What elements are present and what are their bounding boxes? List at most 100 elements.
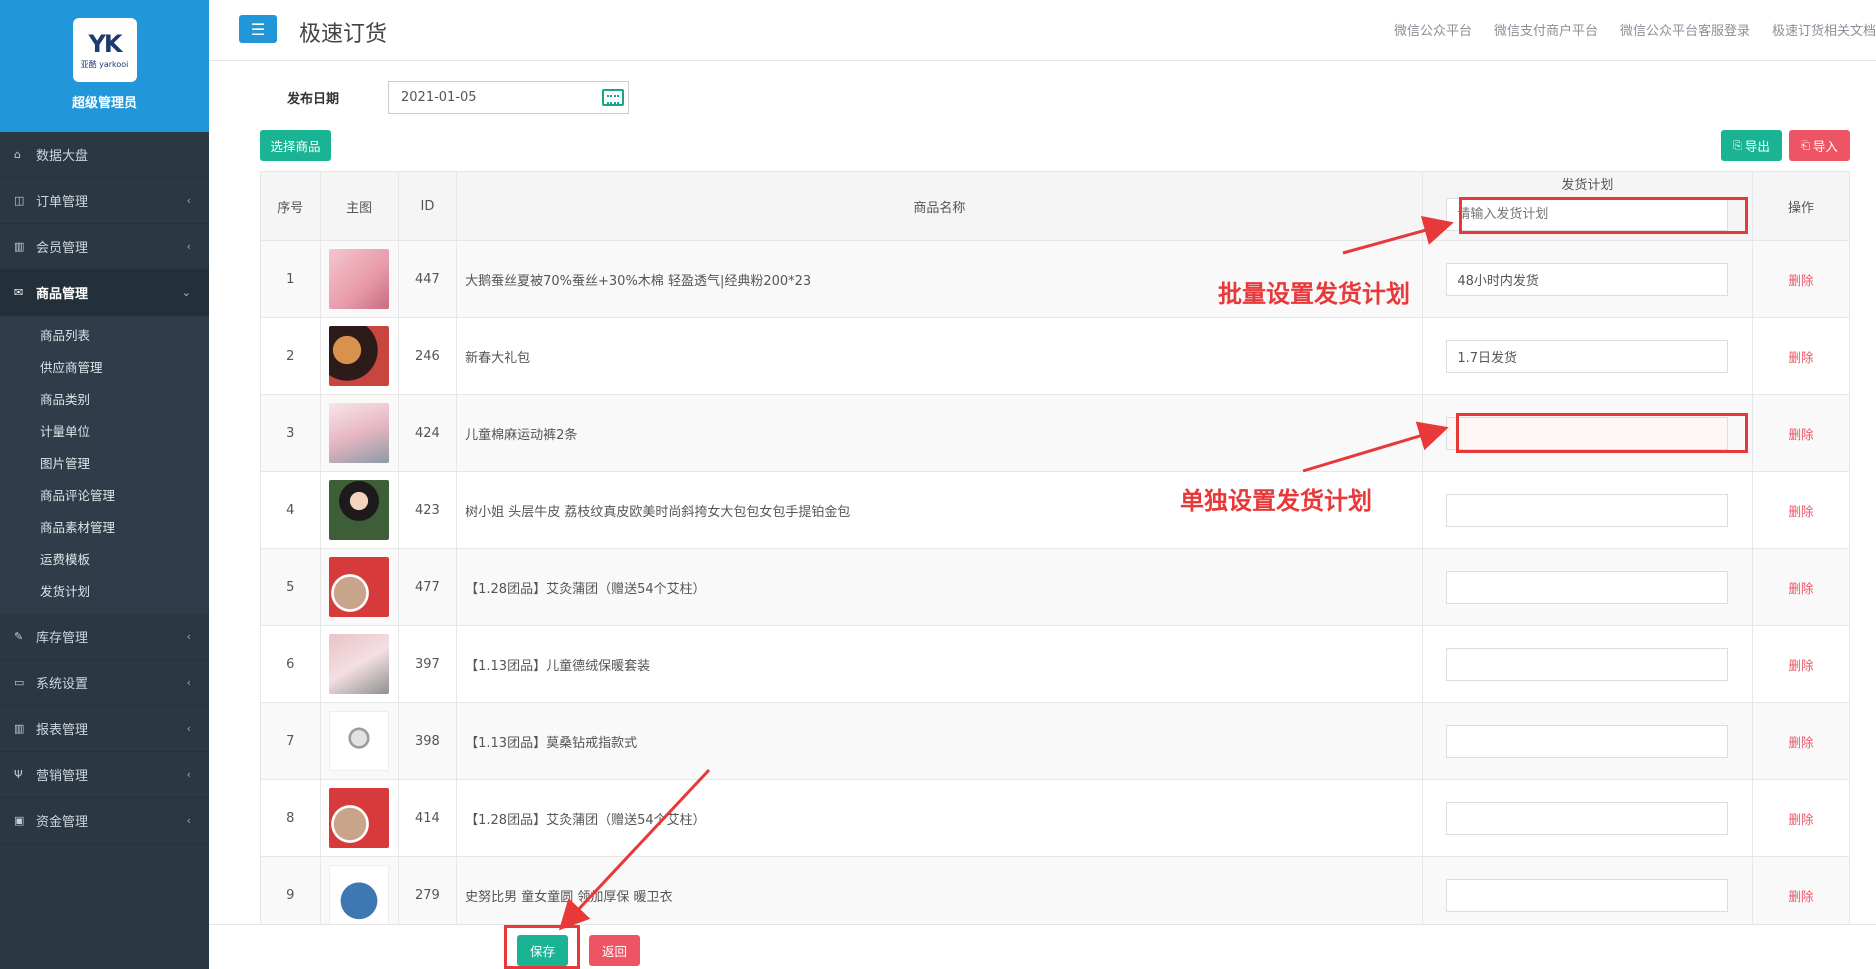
row-index: 6: [260, 625, 321, 703]
table-row: 4 423 树小姐 头层牛皮 荔枝纹真皮欧美时尚斜挎女大包包女包手提铂金包 删除: [260, 471, 1850, 549]
header-name: 商品名称: [456, 171, 1423, 241]
row-plan-cell: [1421, 856, 1754, 924]
date-row: 发布日期 2021-01-05: [287, 81, 629, 114]
plan-input[interactable]: [1446, 878, 1729, 912]
plan-input[interactable]: [1446, 570, 1729, 604]
brand-logo[interactable]: YK 亚酷 yarkooi: [72, 18, 137, 82]
submenu-item-categories[interactable]: 商品类别: [0, 384, 209, 416]
link-docs[interactable]: 极速订货相关文档: [1772, 20, 1876, 39]
product-thumbnail[interactable]: [329, 865, 390, 924]
cutlery-icon: Ψ: [14, 768, 23, 781]
delete-link[interactable]: 删除: [1789, 504, 1814, 519]
plan-input[interactable]: 1.7日发货: [1446, 339, 1729, 373]
delete-link[interactable]: 删除: [1789, 427, 1814, 442]
submenu-item-units[interactable]: 计量单位: [0, 416, 209, 448]
sidebar-item-label: 商品管理: [36, 287, 89, 302]
export-button[interactable]: ⎘ 导出: [1721, 130, 1782, 161]
row-action-cell: 删除: [1752, 702, 1850, 780]
submenu-item-materials[interactable]: 商品素材管理: [0, 512, 209, 544]
home-icon: ⌂: [14, 148, 21, 161]
plan-input[interactable]: [1446, 493, 1729, 527]
header-action: 操作: [1752, 171, 1850, 241]
submenu-item-delivery-plan[interactable]: 发货计划: [0, 576, 209, 608]
product-thumbnail[interactable]: [329, 249, 390, 309]
submenu-item-images[interactable]: 图片管理: [0, 448, 209, 480]
delete-link[interactable]: 删除: [1789, 735, 1814, 750]
product-thumbnail[interactable]: [329, 326, 390, 386]
submenu-item-shipping-templates[interactable]: 运费模板: [0, 544, 209, 576]
row-id: 279: [397, 856, 458, 924]
submenu-item-reviews[interactable]: 商品评论管理: [0, 480, 209, 512]
plan-input[interactable]: [1446, 724, 1729, 758]
sidebar-item-finance[interactable]: ▣ 资金管理 ‹: [0, 798, 209, 844]
select-goods-button[interactable]: 选择商品: [260, 130, 331, 161]
date-label: 发布日期: [287, 92, 340, 107]
file-export-icon: ⎘: [1733, 138, 1742, 152]
highlight-row3-input: [1456, 413, 1748, 453]
product-thumbnail[interactable]: [329, 634, 390, 694]
sidebar-item-dashboard[interactable]: ⌂ 数据大盘: [0, 132, 209, 178]
import-button[interactable]: ⎗ 导入: [1789, 130, 1850, 161]
sidebar-item-label: 营销管理: [36, 769, 89, 784]
row-name: 史努比男 童女童圆 领加厚保 暖卫衣: [456, 856, 1423, 924]
row-image-cell: [319, 471, 399, 549]
link-wechat-pay-merchant[interactable]: 微信支付商户平台: [1494, 20, 1598, 39]
plan-input[interactable]: [1446, 647, 1729, 681]
row-image-cell: [319, 240, 399, 318]
product-thumbnail[interactable]: [329, 711, 390, 771]
row-name: 儿童棉麻运动裤2条: [456, 394, 1423, 472]
chevron-left-icon: ‹: [186, 768, 191, 781]
export-label: 导出: [1744, 139, 1770, 154]
product-thumbnail[interactable]: [329, 557, 390, 617]
sidebar-item-orders[interactable]: ◫ 订单管理 ‹: [0, 178, 209, 224]
plan-input[interactable]: 48小时内发货: [1446, 262, 1729, 296]
row-image-cell: [319, 856, 399, 924]
envelope-icon: ✉: [14, 286, 24, 299]
row-index: 4: [260, 471, 321, 549]
link-wechat-support-login[interactable]: 微信公众平台客服登录: [1620, 20, 1750, 39]
sidebar-item-inventory[interactable]: ✎ 库存管理 ‹: [0, 614, 209, 660]
table-row: 7 398 【1.13团品】莫桑钻戒指款式 删除: [260, 702, 1850, 780]
sidebar-item-reports[interactable]: ▥ 报表管理 ‹: [0, 706, 209, 752]
row-id: 246: [397, 317, 458, 395]
link-wechat-platform[interactable]: 微信公众平台: [1394, 20, 1472, 39]
row-action-cell: 删除: [1752, 779, 1850, 857]
sidebar-item-system[interactable]: ▭ 系统设置 ‹: [0, 660, 209, 706]
delete-link[interactable]: 删除: [1789, 812, 1814, 827]
sidebar-item-goods[interactable]: ✉ 商品管理 ⌄: [0, 270, 209, 316]
plan-input[interactable]: [1446, 801, 1729, 835]
delete-link[interactable]: 删除: [1789, 581, 1814, 596]
row-image-cell: [319, 548, 399, 626]
row-image-cell: [319, 394, 399, 472]
sidebar-item-label: 会员管理: [36, 241, 89, 256]
calendar-icon[interactable]: [602, 89, 624, 106]
row-index: 5: [260, 548, 321, 626]
delete-link[interactable]: 删除: [1789, 350, 1814, 365]
menu-toggle-button[interactable]: ☰: [239, 15, 277, 43]
row-id: 397: [397, 625, 458, 703]
delete-link[interactable]: 删除: [1789, 273, 1814, 288]
product-thumbnail[interactable]: [329, 403, 390, 463]
sidebar: YK 亚酷 yarkooi 超级管理员 ⌂ 数据大盘 ◫ 订单管理 ‹ ▥ 会员…: [0, 0, 209, 969]
sidebar-item-marketing[interactable]: Ψ 营销管理 ‹: [0, 752, 209, 798]
row-image-cell: [319, 625, 399, 703]
goods-submenu: 商品列表 供应商管理 商品类别 计量单位 图片管理 商品评论管理 商品素材管理 …: [0, 316, 209, 614]
row-action-cell: 删除: [1752, 394, 1850, 472]
back-button[interactable]: 返回: [589, 935, 640, 966]
product-thumbnail[interactable]: [329, 788, 390, 848]
row-image-cell: [319, 702, 399, 780]
table-row: 2 246 新春大礼包 1.7日发货 删除: [260, 317, 1850, 395]
date-value: 2021-01-05: [401, 90, 477, 105]
chevron-down-icon: ⌄: [181, 286, 191, 299]
delete-link[interactable]: 删除: [1789, 889, 1814, 904]
row-id: 424: [397, 394, 458, 472]
sidebar-item-members[interactable]: ▥ 会员管理 ‹: [0, 224, 209, 270]
submenu-item-goods-list[interactable]: 商品列表: [0, 320, 209, 352]
row-plan-cell: [1421, 702, 1754, 780]
sidebar-menu: ⌂ 数据大盘 ◫ 订单管理 ‹ ▥ 会员管理 ‹ ✉ 商品管理 ⌄: [0, 132, 209, 316]
publish-date-input[interactable]: 2021-01-05: [388, 81, 629, 114]
delete-link[interactable]: 删除: [1789, 658, 1814, 673]
table-row: 9 279 史努比男 童女童圆 领加厚保 暖卫衣 删除: [260, 856, 1850, 924]
product-thumbnail[interactable]: [329, 480, 390, 540]
submenu-item-suppliers[interactable]: 供应商管理: [0, 352, 209, 384]
